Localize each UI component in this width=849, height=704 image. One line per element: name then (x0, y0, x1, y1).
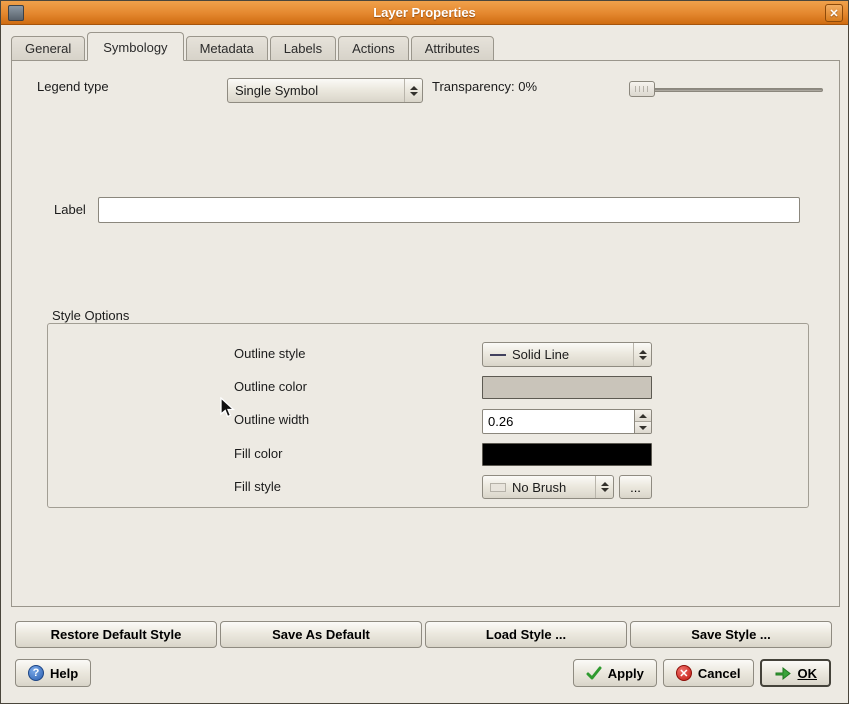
tab-actions[interactable]: Actions (338, 36, 409, 61)
ok-arrow-icon (774, 665, 792, 681)
spinner-up-icon (410, 86, 418, 90)
save-style-button[interactable]: Save Style ... (630, 621, 832, 648)
tab-labels[interactable]: Labels (270, 36, 336, 61)
transparency-label: Transparency: 0% (432, 79, 537, 94)
fill-style-label: Fill style (234, 479, 281, 494)
help-label: Help (50, 666, 78, 681)
spinner-down-icon (601, 488, 609, 492)
outline-style-combobox[interactable]: Solid Line (482, 342, 652, 367)
outline-color-button[interactable] (482, 376, 652, 399)
tab-general[interactable]: General (11, 36, 85, 61)
transparency-slider[interactable] (629, 81, 823, 99)
cancel-button[interactable]: ✕ Cancel (663, 659, 754, 687)
slider-groove[interactable] (629, 88, 823, 92)
spin-buttons (634, 410, 651, 433)
solid-line-icon (490, 354, 506, 356)
fill-style-combobox[interactable]: No Brush (482, 475, 614, 499)
help-button[interactable]: ? Help (15, 659, 91, 687)
symbology-panel: Legend type Single Symbol Transparency: … (11, 60, 840, 607)
dialog-action-buttons: Apply ✕ Cancel OK (573, 659, 831, 687)
cancel-icon: ✕ (676, 665, 692, 681)
tab-symbology[interactable]: Symbology (87, 32, 183, 61)
window-title: Layer Properties (373, 5, 476, 20)
label-input[interactable] (98, 197, 800, 223)
load-style-button[interactable]: Load Style ... (425, 621, 627, 648)
outline-width-label: Outline width (234, 412, 309, 427)
label-field-label: Label (54, 202, 86, 217)
spinner-down-icon (410, 92, 418, 96)
combo-arrows[interactable] (404, 79, 422, 102)
combo-arrows[interactable] (633, 343, 651, 366)
fill-color-label: Fill color (234, 446, 282, 461)
save-as-default-button[interactable]: Save As Default (220, 621, 422, 648)
legend-type-combobox[interactable]: Single Symbol (227, 78, 423, 103)
outline-width-spinbox[interactable] (482, 409, 652, 434)
close-button[interactable]: ✕ (825, 4, 843, 22)
outline-color-label: Outline color (234, 379, 307, 394)
apply-button[interactable]: Apply (573, 659, 657, 687)
spin-down-button[interactable] (635, 422, 651, 433)
fill-color-button[interactable] (482, 443, 652, 466)
tab-label: Attributes (425, 41, 480, 56)
tab-label: Metadata (200, 41, 254, 56)
tab-label: Labels (284, 41, 322, 56)
mouse-cursor-icon (220, 397, 236, 419)
tab-metadata[interactable]: Metadata (186, 36, 268, 61)
outline-style-value: Solid Line (512, 347, 569, 362)
spinner-up-icon (639, 414, 647, 418)
restore-default-style-button[interactable]: Restore Default Style (15, 621, 217, 648)
help-icon: ? (28, 665, 44, 681)
tab-label: General (25, 41, 71, 56)
tab-bar: General Symbology Metadata Labels Action… (11, 25, 496, 61)
tab-label: Symbology (103, 40, 167, 55)
titlebar[interactable]: Layer Properties ✕ (1, 1, 848, 25)
spinner-down-icon (639, 356, 647, 360)
apply-label: Apply (608, 666, 644, 681)
cancel-label: Cancel (698, 666, 741, 681)
no-brush-icon (490, 483, 506, 492)
spinner-down-icon (639, 426, 647, 430)
tab-attributes[interactable]: Attributes (411, 36, 494, 61)
style-button-row: Restore Default Style Save As Default Lo… (15, 621, 832, 648)
ok-button[interactable]: OK (760, 659, 832, 687)
window-icon (8, 5, 24, 21)
slider-handle[interactable] (629, 81, 655, 97)
layer-properties-dialog: Layer Properties ✕ General Symbology Met… (0, 0, 849, 704)
legend-type-label: Legend type (37, 79, 109, 94)
fill-style-value: No Brush (512, 480, 566, 495)
spin-up-button[interactable] (635, 410, 651, 422)
legend-type-value: Single Symbol (228, 83, 404, 98)
style-options-group: Style Options Outline style Solid Line O… (47, 308, 809, 508)
spinner-up-icon (639, 350, 647, 354)
apply-check-icon (586, 665, 602, 681)
outline-width-input[interactable] (483, 410, 634, 433)
style-options-frame (47, 323, 809, 508)
slider-handle-ridges (635, 86, 649, 92)
fill-style-more-button[interactable]: ... (619, 475, 652, 499)
spinner-up-icon (601, 482, 609, 486)
style-options-title: Style Options (49, 308, 132, 323)
ok-label: OK (798, 666, 818, 681)
tab-label: Actions (352, 41, 395, 56)
combo-arrows[interactable] (595, 476, 613, 498)
close-icon: ✕ (829, 7, 838, 20)
outline-style-label: Outline style (234, 346, 306, 361)
